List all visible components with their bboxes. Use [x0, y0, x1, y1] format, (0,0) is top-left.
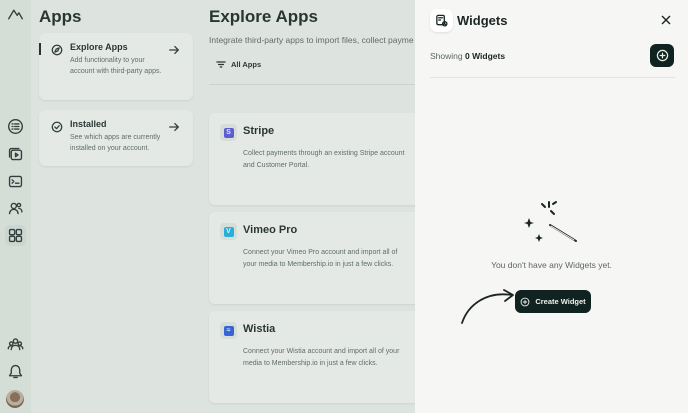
create-widget-label: Create Widget	[535, 297, 586, 306]
plus-circle-icon	[656, 49, 668, 62]
magic-wand-icon	[524, 201, 577, 242]
close-button[interactable]	[661, 12, 673, 25]
widgets-count-text: Showing 0 Widgets	[430, 51, 505, 61]
create-widget-button[interactable]: Create Widget	[515, 290, 591, 313]
pointer-arrow-icon	[461, 289, 514, 324]
empty-state-text: You don't have any Widgets yet.	[491, 260, 612, 270]
widgets-title: Widgets	[457, 13, 508, 28]
plus-circle-icon	[520, 297, 530, 306]
widgets-count: 0	[464, 51, 470, 61]
divider	[430, 77, 675, 78]
add-widget-button[interactable]	[650, 44, 674, 67]
widgets-count-suffix: Widgets	[472, 51, 506, 61]
widget-icon	[430, 9, 453, 32]
showing-prefix: Showing	[430, 51, 463, 61]
modal-backdrop[interactable]	[0, 0, 415, 413]
close-icon	[661, 15, 671, 25]
